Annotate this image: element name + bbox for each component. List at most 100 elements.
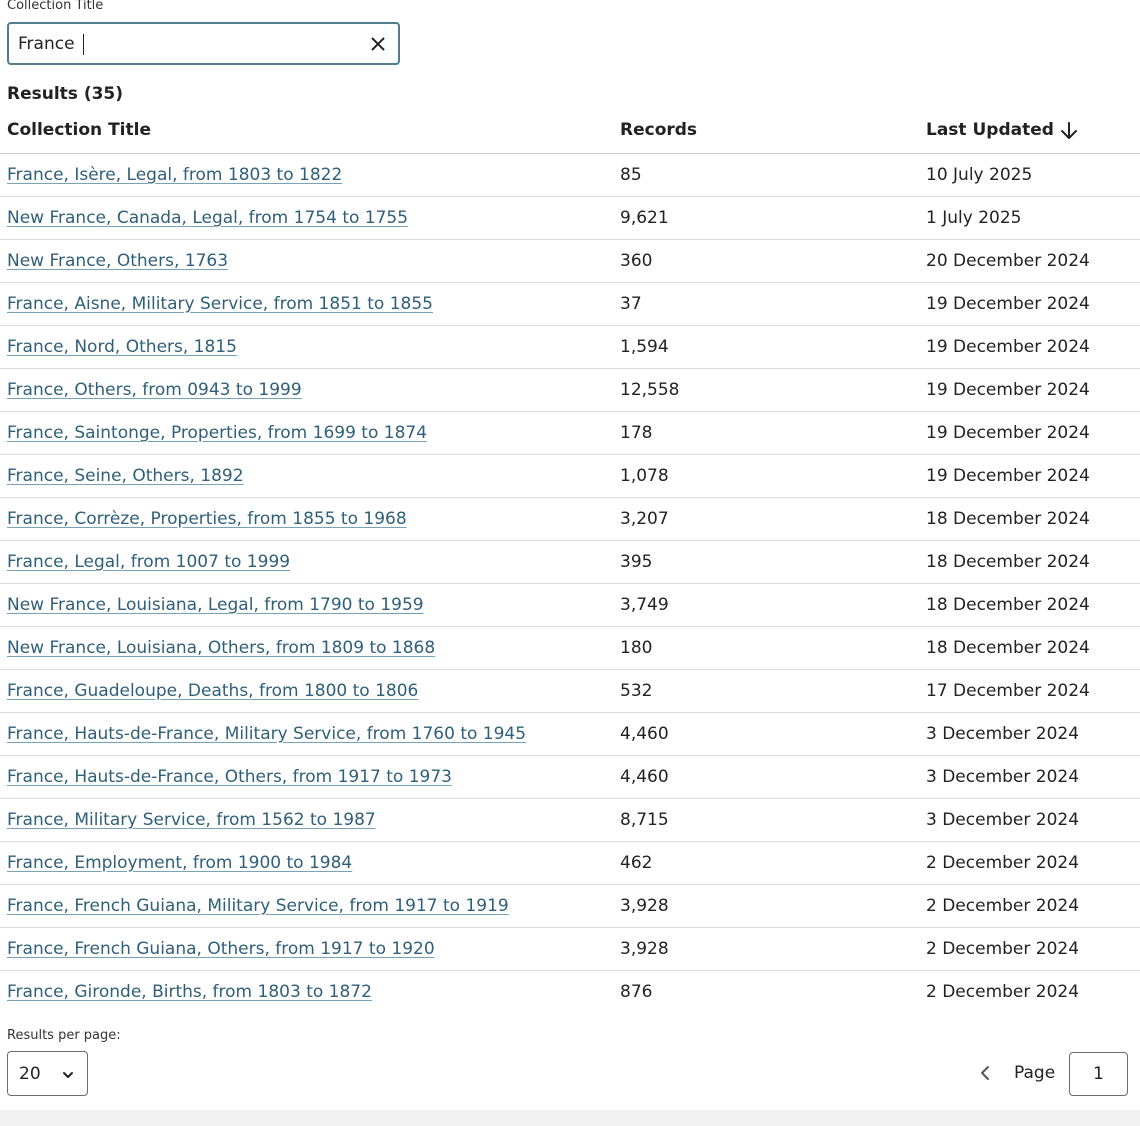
records-count: 4,460 xyxy=(620,724,669,744)
last-updated-date: 18 December 2024 xyxy=(926,595,1090,615)
last-updated-date: 2 December 2024 xyxy=(926,982,1080,1002)
last-updated-date: 19 December 2024 xyxy=(926,294,1090,314)
table-row: France, French Guiana, Others, from 1917… xyxy=(0,928,1140,971)
table-row: New France, Louisiana, Legal, from 1790 … xyxy=(0,584,1140,627)
records-count: 9,621 xyxy=(620,208,669,228)
collection-title-link[interactable]: France, French Guiana, Others, from 1917… xyxy=(7,938,435,960)
table-row: France, Others, from 0943 to 1999 12,558 1… xyxy=(0,369,1140,412)
collection-title-link[interactable]: France, Others, from 0943 to 1999 xyxy=(7,379,302,401)
last-updated-date: 17 December 2024 xyxy=(926,681,1090,701)
collection-title-link[interactable]: France, Isère, Legal, from 1803 to 1822 xyxy=(7,164,342,186)
column-header-title[interactable]: Collection Title xyxy=(7,119,151,141)
collections-page: Collection Title Results (35) Collection… xyxy=(0,0,1140,1126)
results-per-page-select[interactable]: 20 xyxy=(7,1051,88,1096)
table-row: France, Legal, from 1007 to 1999 395 18 De… xyxy=(0,541,1140,584)
last-updated-date: 2 December 2024 xyxy=(926,853,1080,873)
records-count: 3,928 xyxy=(620,896,669,916)
table-row: France, Hauts-de-France, Military Servic… xyxy=(0,713,1140,756)
collection-title-link[interactable]: New France, Louisiana, Others, from 1809… xyxy=(7,637,435,659)
records-count: 178 xyxy=(620,423,653,443)
collection-title-link[interactable]: France, Legal, from 1007 to 1999 xyxy=(7,551,290,573)
records-count: 3,207 xyxy=(620,509,669,529)
table-row: France, Nord, Others, 1815 1,594 19 Decemb… xyxy=(0,326,1140,369)
collection-title-link[interactable]: France, Hauts-de-France, Military Servic… xyxy=(7,723,526,745)
last-updated-date: 18 December 2024 xyxy=(926,509,1090,529)
table-header: Collection Title Records Last Updated xyxy=(0,113,1140,154)
collection-title-link[interactable]: France, Guadeloupe, Deaths, from 1800 to… xyxy=(7,680,418,702)
results-per-page-value: 20 xyxy=(19,1064,41,1084)
table-row: France, Corrèze, Properties, from 1855 t… xyxy=(0,498,1140,541)
last-updated-date: 2 December 2024 xyxy=(926,896,1080,916)
records-count: 1,078 xyxy=(620,466,669,486)
records-count: 360 xyxy=(620,251,653,271)
collection-title-link[interactable]: New France, Others, 1763 xyxy=(7,250,228,272)
table-row: France, Guadeloupe, Deaths, from 1800 to… xyxy=(0,670,1140,713)
last-updated-date: 3 December 2024 xyxy=(926,810,1080,830)
chevron-left-icon[interactable] xyxy=(975,1062,995,1084)
page-label: Page xyxy=(1014,1063,1056,1083)
results-count: Results (35) xyxy=(7,84,124,104)
collection-title-link[interactable]: France, Saintonge, Properties, from 1699… xyxy=(7,422,427,444)
column-header-records[interactable]: Records xyxy=(620,119,697,141)
last-updated-date: 18 December 2024 xyxy=(926,638,1090,658)
last-updated-date: 1 July 2025 xyxy=(926,208,1022,228)
column-header-last-updated[interactable]: Last Updated xyxy=(926,119,1054,141)
records-count: 37 xyxy=(620,294,642,314)
collection-title-link[interactable]: France, Corrèze, Properties, from 1855 t… xyxy=(7,508,407,530)
table-body: France, Isère, Legal, from 1803 to 1822 8… xyxy=(0,154,1140,1014)
table-row: France, Employment, from 1900 to 1984 462… xyxy=(0,842,1140,885)
table-row: France, Saintonge, Properties, from 1699… xyxy=(0,412,1140,455)
collection-title-link[interactable]: New France, Louisiana, Legal, from 1790 … xyxy=(7,594,424,616)
collection-title-link[interactable]: France, Nord, Others, 1815 xyxy=(7,336,237,358)
close-icon[interactable] xyxy=(368,33,388,55)
records-count: 1,594 xyxy=(620,337,669,357)
table-row: France, Military Service, from 1562 to 1… xyxy=(0,799,1140,842)
footer-band xyxy=(0,1110,1140,1126)
records-count: 3,928 xyxy=(620,939,669,959)
table-row: France, Gironde, Births, from 1803 to 18… xyxy=(0,971,1140,1014)
records-count: 3,749 xyxy=(620,595,669,615)
collection-title-link[interactable]: France, Aisne, Military Service, from 18… xyxy=(7,293,433,315)
table-row: New France, Others, 1763 360 20 December 2… xyxy=(0,240,1140,283)
records-count: 180 xyxy=(620,638,653,658)
records-count: 876 xyxy=(620,982,653,1002)
search-label: Collection Title xyxy=(7,0,104,13)
collection-title-link[interactable]: France, Seine, Others, 1892 xyxy=(7,465,244,487)
last-updated-date: 19 December 2024 xyxy=(926,423,1090,443)
records-count: 395 xyxy=(620,552,653,572)
table-row: France, Hauts-de-France, Others, from 19… xyxy=(0,756,1140,799)
records-count: 12,558 xyxy=(620,380,680,400)
collection-title-link[interactable]: France, Hauts-de-France, Others, from 19… xyxy=(7,766,452,788)
table-row: France, Seine, Others, 1892 1,078 19 Decem… xyxy=(0,455,1140,498)
table-row: France, Isère, Legal, from 1803 to 1822 8… xyxy=(0,154,1140,197)
results-per-page-label: Results per page: xyxy=(7,1028,121,1043)
records-count: 532 xyxy=(620,681,653,701)
page-number-input[interactable] xyxy=(1069,1052,1128,1096)
last-updated-date: 3 December 2024 xyxy=(926,724,1080,744)
search-field[interactable] xyxy=(7,22,400,65)
last-updated-date: 19 December 2024 xyxy=(926,466,1090,486)
table-row: France, Aisne, Military Service, from 18… xyxy=(0,283,1140,326)
collection-title-link[interactable]: France, Military Service, from 1562 to 1… xyxy=(7,809,376,831)
last-updated-date: 19 December 2024 xyxy=(926,380,1090,400)
last-updated-date: 19 December 2024 xyxy=(926,337,1090,357)
records-count: 4,460 xyxy=(620,767,669,787)
last-updated-date: 20 December 2024 xyxy=(926,251,1090,271)
collection-title-link[interactable]: France, French Guiana, Military Service,… xyxy=(7,895,509,917)
text-caret xyxy=(83,34,84,55)
records-count: 85 xyxy=(620,165,642,185)
collection-title-link[interactable]: France, Employment, from 1900 to 1984 xyxy=(7,852,352,874)
records-count: 462 xyxy=(620,853,653,873)
chevron-down-icon xyxy=(61,1067,75,1081)
search-input[interactable] xyxy=(18,30,348,58)
table-row: New France, Canada, Legal, from 1754 to … xyxy=(0,197,1140,240)
arrow-down-icon[interactable] xyxy=(1059,120,1079,142)
last-updated-date: 3 December 2024 xyxy=(926,767,1080,787)
table-row: New France, Louisiana, Others, from 1809… xyxy=(0,627,1140,670)
collection-title-link[interactable]: New France, Canada, Legal, from 1754 to … xyxy=(7,207,408,229)
collection-title-link[interactable]: France, Gironde, Births, from 1803 to 18… xyxy=(7,981,372,1003)
table-row: France, French Guiana, Military Service,… xyxy=(0,885,1140,928)
last-updated-date: 2 December 2024 xyxy=(926,939,1080,959)
records-count: 8,715 xyxy=(620,810,669,830)
last-updated-date: 10 July 2025 xyxy=(926,165,1033,185)
